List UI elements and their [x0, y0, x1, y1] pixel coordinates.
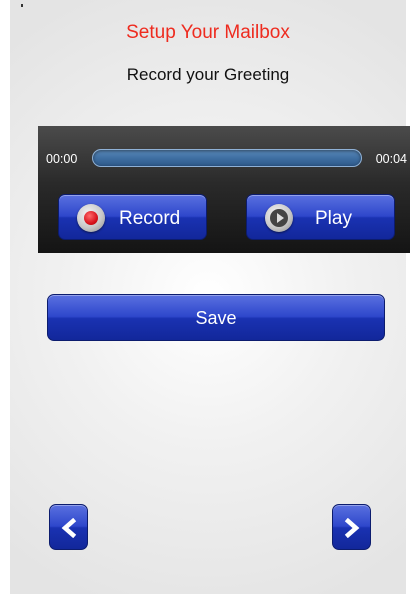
mailbox-setup-screen: Setup Your Mailbox Record your Greeting …	[10, 0, 410, 594]
recorder-panel: 00:00 00:04 Record Play	[38, 126, 410, 253]
elapsed-time: 00:00	[46, 152, 78, 166]
previous-button[interactable]	[49, 504, 88, 550]
chevron-left-icon	[61, 518, 77, 538]
progress-bar[interactable]	[92, 149, 362, 167]
play-button[interactable]: Play	[246, 194, 395, 240]
play-button-label: Play	[315, 208, 352, 229]
record-button-label: Record	[119, 208, 181, 229]
record-icon	[77, 204, 105, 232]
next-button[interactable]	[332, 504, 371, 550]
page-subtitle: Record your Greeting	[126, 65, 290, 84]
record-button[interactable]: Record	[58, 194, 207, 240]
play-icon	[265, 204, 293, 232]
status-dot	[21, 4, 23, 7]
page-title: Setup Your Mailbox	[126, 22, 290, 43]
save-button[interactable]: Save	[47, 294, 385, 341]
total-time: 00:04	[375, 152, 407, 166]
chevron-right-icon	[344, 518, 360, 538]
